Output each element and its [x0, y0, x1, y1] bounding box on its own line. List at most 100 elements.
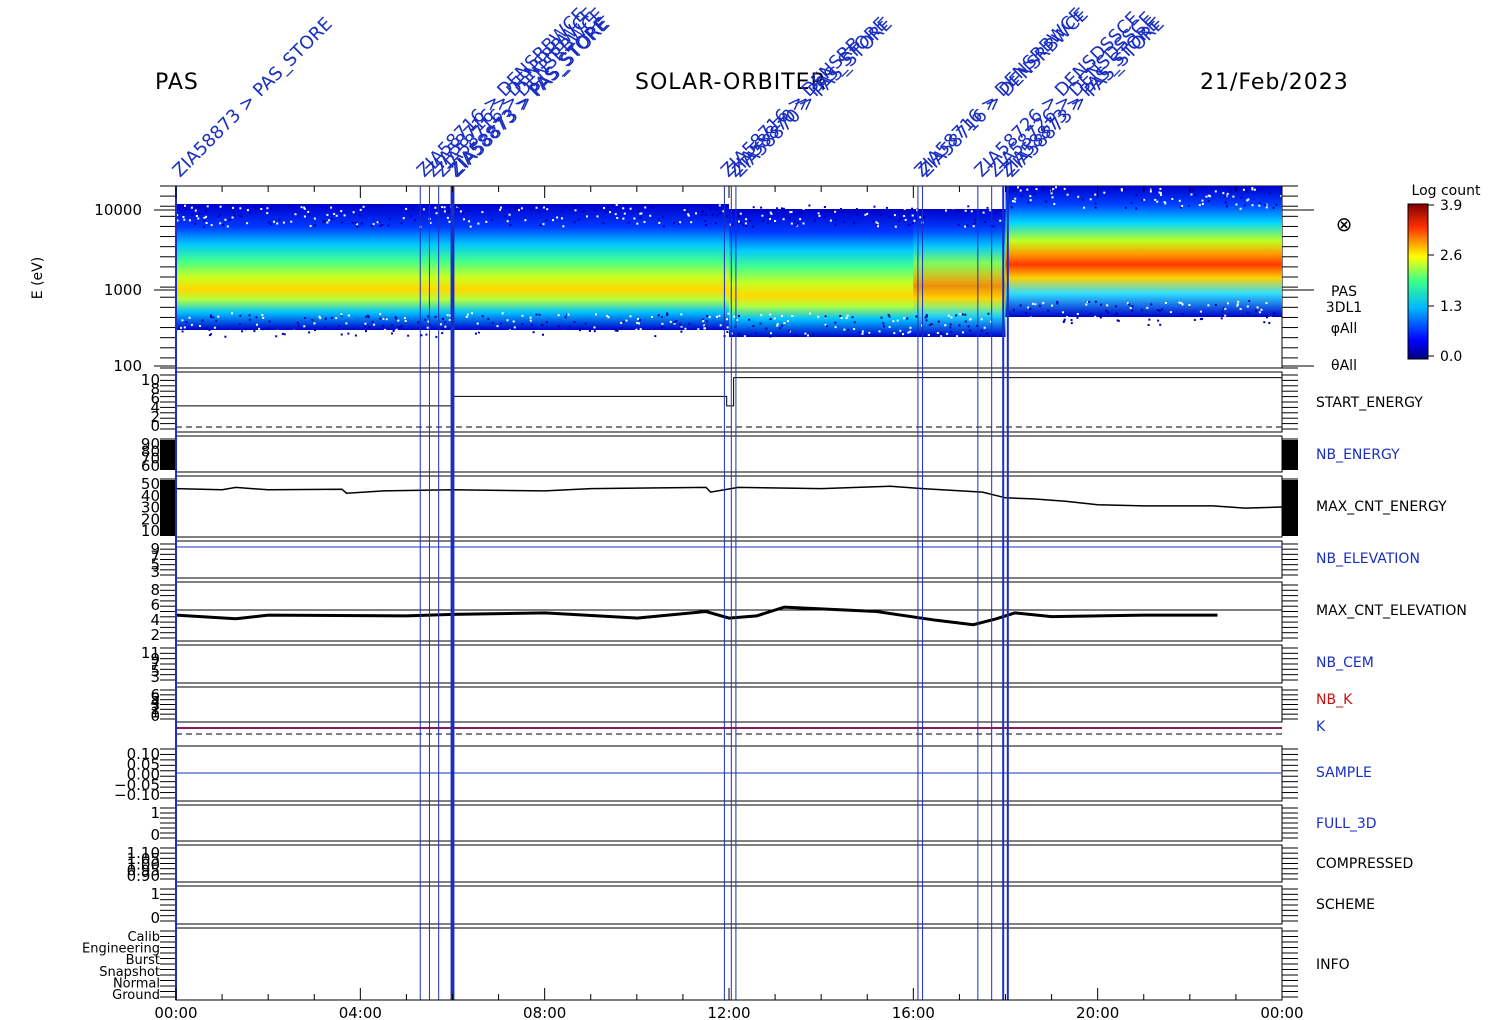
- spectrogram-pixel: [842, 220, 845, 223]
- panel-label: SAMPLE: [1316, 765, 1372, 781]
- spectrogram-pixel: [226, 225, 229, 228]
- spectrogram-pixel: [818, 214, 821, 217]
- spectrogram-pixel: [471, 312, 473, 315]
- spectrogram-pixel: [956, 335, 959, 338]
- spectrogram-pixel: [595, 313, 597, 316]
- spectrogram-pixel: [852, 221, 855, 224]
- spectrogram-pixel: [958, 324, 961, 327]
- spectrogram-pixel: [1226, 192, 1229, 195]
- spectrogram-pixel: [961, 313, 964, 316]
- spectrogram-side-label: φAll: [1331, 321, 1358, 337]
- panel-frame: [175, 435, 1283, 473]
- spectrogram-pixel: [480, 327, 483, 330]
- spectrogram-pixel: [1042, 302, 1045, 305]
- spectrogram-pixel: [181, 330, 184, 333]
- spectrogram-pixel: [605, 210, 608, 213]
- spectrogram-pixel: [1171, 198, 1174, 200]
- spectrogram-pixel: [669, 320, 672, 323]
- spectrogram-pixel: [843, 328, 846, 331]
- spectrogram-pixel: [219, 205, 222, 208]
- spectrogram-pixel: [293, 329, 296, 332]
- spectrogram-pixel: [359, 208, 362, 211]
- x-tick-label: 04:00: [339, 1004, 382, 1020]
- spectrogram-pixel: [1092, 318, 1095, 321]
- spectrogram-pixel: [311, 318, 314, 321]
- spectrogram-pixel: [639, 212, 642, 215]
- spectrogram-pixel: [307, 210, 310, 213]
- spectrogram-pixel: [1258, 188, 1261, 191]
- spectrogram-pixel: [688, 322, 691, 325]
- spectrogram-pixel: [231, 216, 234, 219]
- spectrogram-pixel: [1129, 307, 1132, 309]
- spectrogram-pixel: [899, 329, 902, 332]
- spectrogram-pixel: [742, 223, 745, 226]
- spectrogram-pixel: [661, 322, 664, 325]
- x-tick-label: 20:00: [1076, 1004, 1119, 1020]
- spectrogram-pixel: [873, 210, 876, 213]
- spectrogram-pixel: [1020, 186, 1023, 189]
- spectrogram-pixel: [955, 206, 958, 209]
- spectrogram-pixel: [308, 213, 311, 216]
- spectrogram-pixel: [316, 332, 319, 335]
- spectrogram-pixel: [637, 210, 640, 213]
- spectrogram-pixel: [709, 207, 712, 210]
- spectrogram-pixel: [276, 329, 279, 332]
- spectrogram-pixel: [217, 330, 220, 333]
- spectrogram-pixel: [379, 313, 382, 316]
- spectrogram-pixel: [444, 325, 447, 328]
- spectrogram-pixel: [441, 206, 444, 208]
- colorbar-tick-label: 2.6: [1440, 248, 1462, 264]
- spectrogram-pixel: [702, 320, 705, 323]
- spectrogram-pixel: [381, 224, 384, 226]
- spectrogram-pixel: [866, 212, 869, 215]
- spectrogram-pixel: [326, 221, 329, 224]
- spectrogram-pixel: [629, 207, 632, 210]
- spectrogram-pixel: [773, 317, 776, 320]
- spectrogram-pixel: [745, 225, 748, 228]
- spectrogram-pixel: [1085, 303, 1088, 306]
- spectrogram-pixel: [234, 332, 236, 335]
- spectrogram-pixel: [829, 219, 832, 222]
- spectrogram-pixel: [679, 323, 682, 326]
- spectrogram-pixel: [913, 219, 916, 222]
- spectrogram-pixel: [834, 210, 837, 213]
- spectrogram-pixel: [427, 315, 430, 318]
- spectrogram-pixel: [500, 206, 502, 209]
- spectrogram-pixel: [794, 334, 797, 337]
- spectrogram-pixel: [232, 211, 235, 214]
- spectrogram-pixel: [824, 315, 827, 318]
- x-tick-label: 00:00: [154, 1004, 197, 1020]
- spectrogram-pixel: [582, 210, 585, 213]
- spectrogram-pixel: [1181, 313, 1184, 316]
- spectrogram-pixel: [864, 213, 867, 216]
- spectrogram-pixel: [446, 314, 449, 317]
- spectrogram-pixel: [538, 313, 541, 316]
- spectrogram-pixel: [532, 331, 535, 334]
- spectrogram-pixel: [893, 214, 896, 217]
- spectrogram-pixel: [448, 319, 451, 321]
- spectrogram-pixel: [973, 222, 976, 225]
- spectrogram-pixel: [915, 315, 918, 318]
- spectrogram-pixel: [1232, 195, 1235, 198]
- spectrogram-pixel: [1207, 304, 1210, 307]
- spectrogram-pixel: [1264, 203, 1267, 206]
- dense-ticks: [1282, 440, 1298, 470]
- spectrogram-pixel: [224, 218, 227, 221]
- spectrogram-pixel: [1130, 201, 1133, 204]
- spectrogram-pixel: [834, 321, 837, 324]
- panel-label: NB_ELEVATION: [1316, 551, 1420, 567]
- spectrogram-pixel: [1056, 300, 1059, 303]
- spectrogram-pixel: [639, 319, 641, 322]
- spectrogram-pixel: [636, 321, 639, 324]
- spectrogram-pixel: [373, 323, 376, 326]
- spectrogram-pixel: [878, 330, 881, 333]
- spectrogram-pixel: [808, 204, 811, 207]
- spectrogram-pixel: [496, 205, 499, 207]
- spectrogram-pixel: [1163, 201, 1166, 204]
- spectrogram-pixel: [1083, 206, 1086, 209]
- event-markers: ZIA58873 > PAS_STORE ZIA58716 > DENSRBWCE…: [169, 4, 1169, 1000]
- spectrogram-pixel: [737, 333, 740, 336]
- spectrogram-pixel: [778, 327, 781, 330]
- spectrogram-pixel: [802, 208, 805, 210]
- spectrogram-pixel: [1117, 319, 1120, 322]
